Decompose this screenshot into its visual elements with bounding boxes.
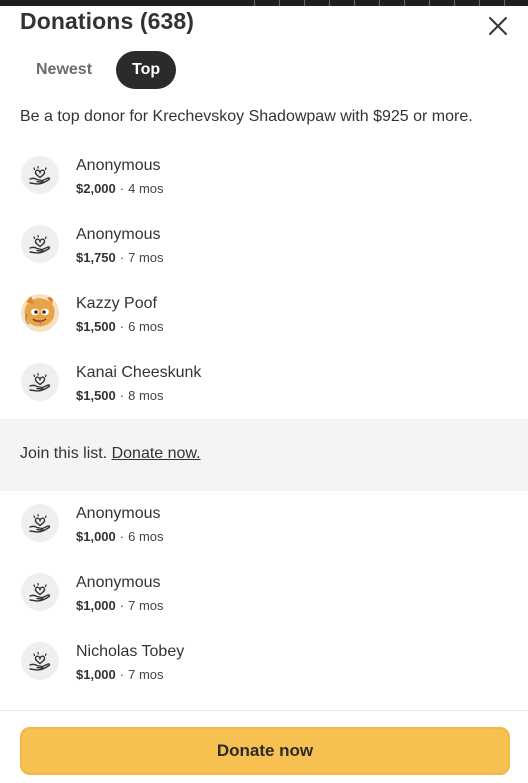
avatar [21,504,59,542]
heart-hand-icon [29,582,51,602]
page-title: Donations (638) [20,8,195,34]
separator: · [119,529,125,544]
list-item[interactable]: Anonymous $2,000 · 4 mos [0,156,528,225]
donor-name: Kanai Cheeskunk [76,364,202,381]
donation-time: 7 mos [128,598,164,613]
heart-hand-icon [29,372,51,392]
donation-meta: $1,000 · 7 mos [76,598,164,613]
avatar [21,294,59,332]
avatar [21,363,59,401]
close-icon [489,17,507,35]
sort-tabs: Newest Top [20,50,177,90]
heart-hand-icon [29,234,51,254]
donor-name: Anonymous [76,157,161,174]
separator: · [119,598,125,613]
separator: · [119,181,125,196]
donation-meta: $1,000 · 7 mos [76,667,164,682]
donation-time: 8 mos [128,388,164,403]
separator: · [119,388,125,403]
avatar [21,573,59,611]
donor-name: Nicholas Tobey [76,643,185,660]
donation-meta: $1,500 · 8 mos [76,388,164,403]
list-item[interactable]: Anonymous $1,000 · 7 mos [0,573,528,642]
close-button[interactable] [484,12,512,40]
donor-name: Anonymous [76,505,161,522]
donate-now-button[interactable]: Donate now [20,727,510,775]
donate-now-link[interactable]: Donate now. [112,445,201,462]
donation-time: 6 mos [128,319,164,334]
list-item[interactable]: Kazzy Poof $1,500 · 6 mos [0,294,528,363]
donation-amount: $1,500 [76,319,116,334]
donation-amount: $1,000 [76,667,116,682]
avatar [21,642,59,680]
join-text: Join this list. [20,445,108,462]
donor-name: Kazzy Poof [76,295,157,312]
separator: · [119,319,125,334]
top-donor-intro: Be a top donor for Krechevskoy Shadowpaw… [20,108,473,125]
donation-meta: $1,500 · 6 mos [76,319,164,334]
donation-time: 6 mos [128,529,164,544]
donor-name: Anonymous [76,226,161,243]
donation-meta: $2,000 · 4 mos [76,181,164,196]
separator: · [119,250,125,265]
donation-time: 7 mos [128,250,164,265]
join-list-banner: Join this list. Donate now. [0,419,528,491]
donation-amount: $2,000 [76,181,116,196]
donation-amount: $1,500 [76,388,116,403]
modal-footer: Donate now [0,710,528,783]
tab-newest[interactable]: Newest [20,51,108,89]
donation-meta: $1,750 · 7 mos [76,250,164,265]
profile-photo [21,294,59,332]
modal-header: Donations (638) [0,6,528,42]
donation-time: 4 mos [128,181,164,196]
avatar [21,156,59,194]
list-item[interactable]: Anonymous $1,750 · 7 mos [0,225,528,294]
donation-amount: $1,000 [76,598,116,613]
donation-amount: $1,750 [76,250,116,265]
heart-hand-icon [29,165,51,185]
tab-top[interactable]: Top [116,51,177,89]
donation-amount: $1,000 [76,529,116,544]
heart-hand-icon [29,651,51,671]
donation-meta: $1,000 · 6 mos [76,529,164,544]
list-item[interactable]: Anonymous $1,000 · 6 mos [0,504,528,573]
donor-name: Anonymous [76,574,161,591]
separator: · [119,667,125,682]
list-item[interactable]: Nicholas Tobey $1,000 · 7 mos [0,642,528,711]
join-text-line: Join this list. Donate now. [20,445,201,463]
avatar [21,225,59,263]
heart-hand-icon [29,513,51,533]
donation-time: 7 mos [128,667,164,682]
